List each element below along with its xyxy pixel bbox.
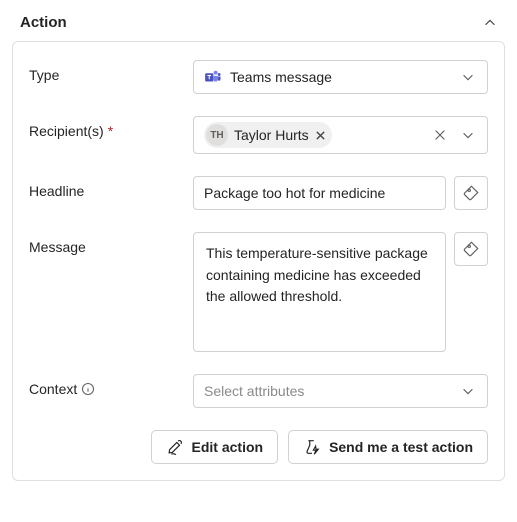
headline-value: Package too hot for medicine [204,185,435,201]
type-row: Type Teams message [29,60,488,94]
tag-icon [462,240,480,258]
avatar: TH [206,124,228,146]
message-input[interactable]: This temperature-sensitive package conta… [193,232,446,352]
chevron-down-icon[interactable] [461,128,475,142]
recipients-input[interactable]: TH Taylor Hurts [193,116,488,154]
headline-input[interactable]: Package too hot for medicine [193,176,446,210]
headline-row: Headline Package too hot for medicine [29,176,488,210]
recipient-name: Taylor Hurts [234,127,309,143]
panel-title: Action [20,14,67,31]
chevron-up-icon[interactable] [483,16,497,30]
chevron-down-icon [461,70,475,84]
type-select[interactable]: Teams message [193,60,488,94]
context-row: Context Select attributes [29,374,488,408]
chip-remove-icon[interactable] [315,130,326,141]
headline-tag-button[interactable] [454,176,488,210]
edit-action-label: Edit action [192,439,264,455]
type-value: Teams message [230,69,332,85]
message-value: This temperature-sensitive package conta… [206,243,433,308]
context-placeholder: Select attributes [204,383,304,399]
context-label: Context [29,374,179,397]
context-select[interactable]: Select attributes [193,374,488,408]
message-tag-button[interactable] [454,232,488,266]
panel-body: Type Teams message [12,41,505,481]
action-panel: Action Type Teams message [0,0,517,481]
headline-label: Headline [29,176,179,199]
beaker-lightning-icon [303,438,321,456]
edit-action-button[interactable]: Edit action [151,430,279,464]
send-test-button[interactable]: Send me a test action [288,430,488,464]
message-label: Message [29,232,179,255]
info-icon[interactable] [81,382,95,396]
recipients-row: Recipient(s) * TH Taylor Hurts [29,116,488,154]
edit-icon [166,438,184,456]
required-marker: * [108,123,113,139]
panel-header[interactable]: Action [0,0,517,41]
tag-icon [462,184,480,202]
panel-footer: Edit action Send me a test action [29,430,488,464]
type-label: Type [29,60,179,83]
chevron-down-icon [461,384,475,398]
message-row: Message This temperature-sensitive packa… [29,232,488,352]
recipients-label: Recipient(s) * [29,116,179,139]
clear-icon[interactable] [433,128,447,142]
recipient-chip: TH Taylor Hurts [204,122,332,148]
send-test-label: Send me a test action [329,439,473,455]
teams-icon [204,68,222,86]
